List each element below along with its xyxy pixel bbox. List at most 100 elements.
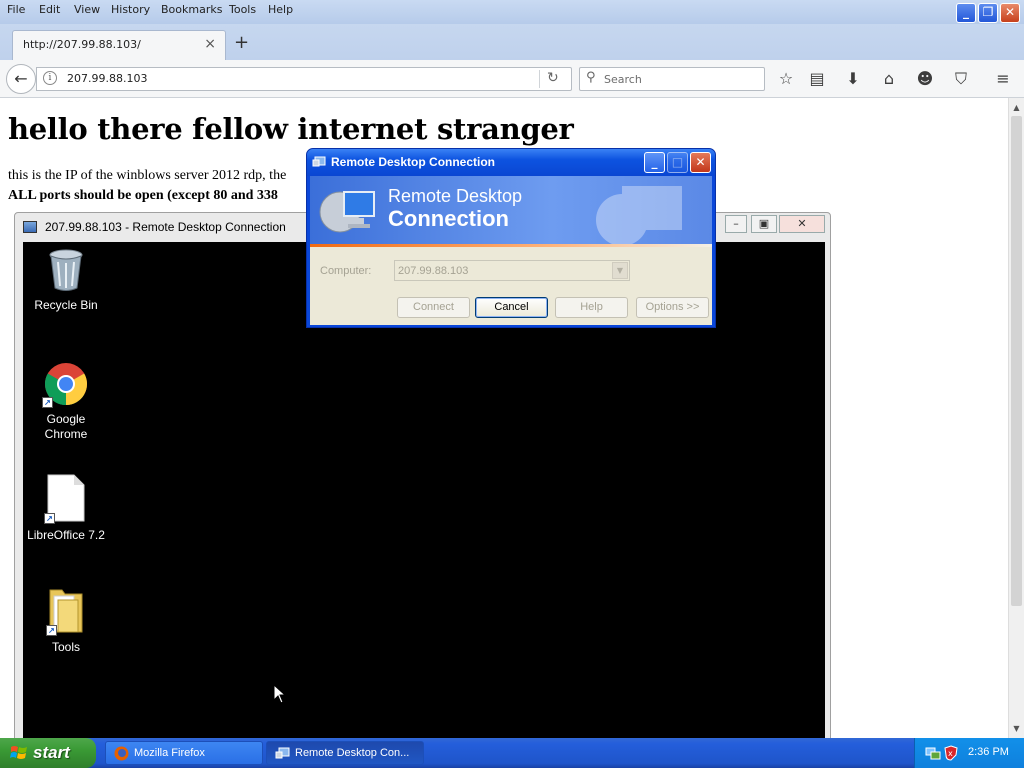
- rdc-maximize-button: □: [667, 152, 688, 173]
- minimize-icon: _: [963, 5, 969, 19]
- rdp-session-title: 207.99.88.103 - Remote Desktop Connectio…: [45, 220, 286, 234]
- desktop-icon-libreoffice[interactable]: ↗ LibreOffice 7.2: [21, 474, 111, 543]
- desktop-icon-tools[interactable]: ↗ Tools: [21, 586, 111, 655]
- chevron-down-icon: ▼: [612, 262, 628, 279]
- mouse-cursor-icon: [273, 684, 287, 704]
- new-tab-icon[interactable]: +: [234, 32, 249, 53]
- task-firefox[interactable]: Mozilla Firefox: [105, 741, 263, 765]
- menu-history[interactable]: History: [111, 3, 150, 16]
- svg-text:x: x: [948, 749, 953, 758]
- menu-file[interactable]: File: [7, 3, 25, 16]
- system-tray: x 2:36 PM: [914, 738, 1024, 768]
- reload-icon[interactable]: ↻: [547, 70, 559, 86]
- connect-button: Connect: [397, 297, 470, 318]
- back-arrow-icon: ←: [14, 69, 28, 88]
- desktop-icon-google-chrome[interactable]: ↗ Google Chrome: [21, 362, 111, 442]
- tab-strip: http://207.99.88.103/ × +: [0, 24, 1024, 60]
- network-icon[interactable]: [925, 745, 941, 761]
- security-shield-icon[interactable]: x: [944, 745, 958, 761]
- shortcut-arrow-icon: ↗: [42, 397, 53, 408]
- info-icon[interactable]: i: [43, 71, 57, 85]
- rdp-maximize-button[interactable]: ▣: [751, 215, 777, 233]
- recycle-bin-icon: [48, 248, 84, 292]
- libreoffice-icon: ↗: [44, 474, 86, 524]
- back-button[interactable]: ←: [6, 64, 36, 94]
- cancel-button[interactable]: Cancel: [475, 297, 548, 318]
- search-input[interactable]: ⚲ Search: [579, 67, 765, 91]
- navigation-toolbar: ← i 207.99.88.103 ↻ ⚲ Search ☆ ▤ ⬇ ⌂ ☻ ⛉…: [0, 60, 1024, 98]
- minimize-button[interactable]: _: [956, 3, 976, 23]
- menu-tools[interactable]: Tools: [229, 3, 256, 16]
- menu-view[interactable]: View: [74, 3, 100, 16]
- rdc-minimize-button[interactable]: _: [644, 152, 665, 173]
- url-separator: [539, 70, 540, 88]
- desktop-icon-recycle-bin[interactable]: Recycle Bin: [21, 248, 111, 313]
- firefox-icon: [114, 746, 129, 761]
- hamburger-menu-icon[interactable]: ≡: [992, 68, 1014, 90]
- rdc-banner-title: Remote Desktop: [388, 186, 523, 206]
- folder-icon: ↗: [46, 586, 84, 636]
- shortcut-arrow-icon: ↗: [46, 625, 57, 636]
- chrome-icon: ↗: [42, 362, 88, 408]
- url-text: 207.99.88.103: [67, 72, 148, 85]
- taskbar: start Mozilla Firefox Remote Desktop Con…: [0, 738, 1024, 768]
- close-button[interactable]: ✕: [1000, 3, 1020, 23]
- rdp-minimize-button[interactable]: –: [725, 215, 747, 233]
- rdc-computer-icon: [312, 156, 326, 167]
- rdc-titlebar[interactable]: Remote Desktop Connection _ □ ✕: [307, 149, 715, 176]
- reading-list-icon[interactable]: ▤: [806, 68, 828, 90]
- task-label: Remote Desktop Con...: [295, 747, 410, 759]
- tab-title: http://207.99.88.103/: [23, 38, 141, 51]
- rdc-banner: Remote Desktop Connection: [310, 176, 712, 244]
- rdc-body: Computer: 207.99.88.103 ▼ Connect Cancel…: [310, 247, 712, 325]
- vertical-scrollbar[interactable]: ▲ ▼: [1008, 98, 1024, 738]
- rdc-banner-subtitle: Connection: [388, 206, 509, 231]
- search-icon: ⚲: [586, 70, 596, 85]
- rdc-banner-computer-icon: [319, 191, 375, 233]
- bookmark-star-icon[interactable]: ☆: [775, 68, 797, 90]
- scroll-down-arrow-icon[interactable]: ▼: [1009, 721, 1024, 736]
- tab-close-icon[interactable]: ×: [204, 36, 216, 52]
- computer-combobox: 207.99.88.103 ▼: [394, 260, 630, 281]
- desktop-icon-label: Tools: [51, 640, 80, 654]
- windows-logo-icon: [10, 746, 27, 759]
- desktop-icon-label: LibreOffice 7.2: [27, 528, 105, 542]
- start-label: start: [33, 743, 70, 762]
- rdc-task-icon: [275, 747, 290, 759]
- url-bar[interactable]: i 207.99.88.103 ↻: [36, 67, 572, 91]
- rdp-close-button[interactable]: ✕: [779, 215, 825, 233]
- page-heading: hello there fellow internet stranger: [8, 112, 574, 146]
- pocket-icon[interactable]: ⛉: [950, 68, 972, 90]
- smiley-icon[interactable]: ☻: [914, 68, 936, 90]
- desktop-icon-label: Google Chrome: [44, 412, 88, 441]
- page-bold-paragraph: ALL ports should be open (except 80 and …: [8, 188, 278, 203]
- menu-bar: File Edit View History Bookmarks Tools H…: [0, 0, 1024, 24]
- task-remote-desktop[interactable]: Remote Desktop Con...: [266, 741, 424, 765]
- rdc-dialog: Remote Desktop Connection _ □ ✕ Remote D…: [306, 148, 716, 328]
- scroll-thumb[interactable]: [1011, 116, 1022, 606]
- computer-value: 207.99.88.103: [398, 265, 469, 277]
- rdc-banner-decoration: [596, 186, 682, 244]
- page-paragraph: this is the IP of the winblows server 20…: [8, 168, 287, 183]
- desktop-icon-label: Recycle Bin: [34, 298, 98, 312]
- start-button[interactable]: start: [0, 738, 96, 768]
- clock: 2:36 PM: [968, 746, 1009, 758]
- rdc-close-button[interactable]: ✕: [690, 152, 711, 173]
- downloads-icon[interactable]: ⬇: [842, 68, 864, 90]
- close-icon: ✕: [1004, 5, 1016, 19]
- help-button: Help: [555, 297, 628, 318]
- restore-icon: ❐: [982, 5, 994, 19]
- menu-bookmarks[interactable]: Bookmarks: [161, 3, 222, 16]
- tab-active[interactable]: http://207.99.88.103/ ×: [12, 30, 226, 60]
- options-button: Options >>: [636, 297, 709, 318]
- task-label: Mozilla Firefox: [134, 747, 205, 759]
- menu-help[interactable]: Help: [268, 3, 293, 16]
- menu-edit[interactable]: Edit: [39, 3, 60, 16]
- search-placeholder: Search: [604, 73, 642, 86]
- rdc-title: Remote Desktop Connection: [331, 155, 496, 169]
- scroll-up-arrow-icon[interactable]: ▲: [1009, 100, 1024, 115]
- home-icon[interactable]: ⌂: [878, 68, 900, 90]
- restore-button[interactable]: ❐: [978, 3, 998, 23]
- shortcut-arrow-icon: ↗: [44, 513, 55, 524]
- rdp-window-icon: [23, 221, 37, 233]
